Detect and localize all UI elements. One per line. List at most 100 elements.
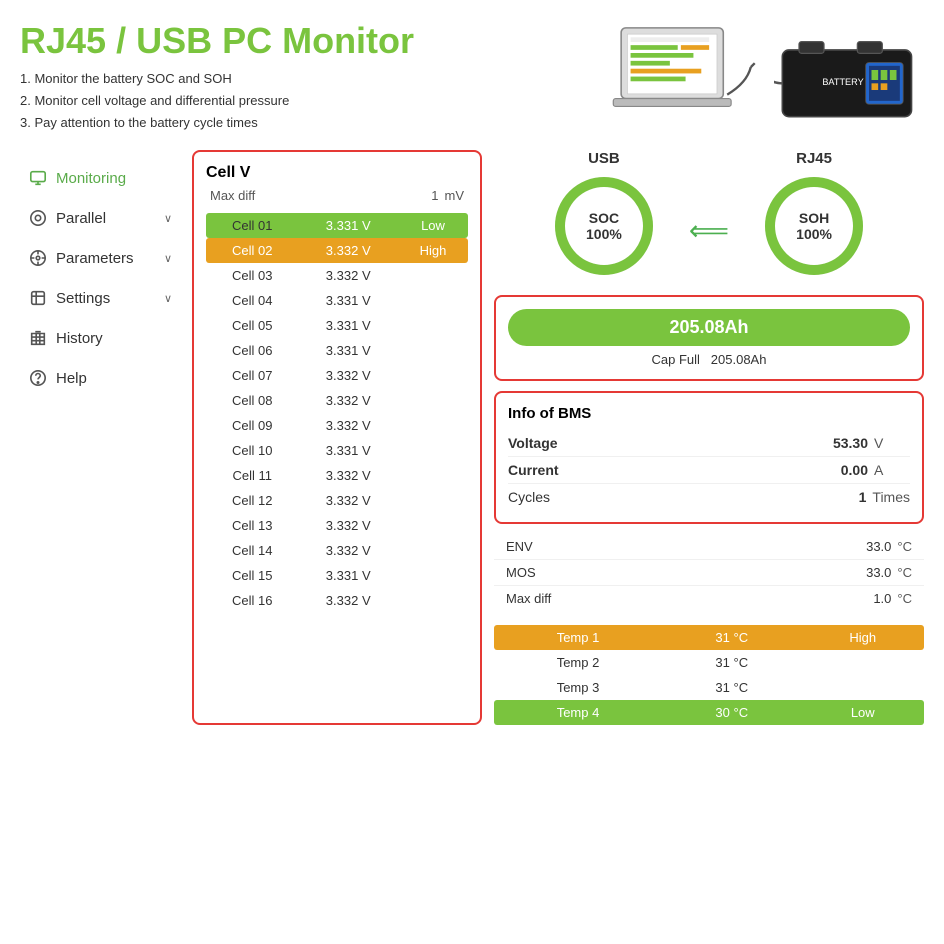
cell-status <box>398 388 468 413</box>
connection-row: USB SOC 100% ⟸ <box>494 150 924 281</box>
parallel-icon <box>28 208 48 228</box>
cell-status: Low <box>398 213 468 238</box>
connection-arrow-icon: ⟸ <box>689 214 729 247</box>
cell-status <box>398 363 468 388</box>
cell-maxdiff-label: Max diff <box>210 188 255 203</box>
settings-icon <box>28 288 48 308</box>
bms-current-unit: A <box>874 462 910 478</box>
cell-status <box>398 538 468 563</box>
bms-cycles-label: Cycles <box>508 489 550 505</box>
bms-cycles-unit: Times <box>872 489 910 505</box>
cell-status <box>398 513 468 538</box>
bms-voltage-value: 53.30 <box>818 435 868 451</box>
parameters-icon <box>28 248 48 268</box>
temp-row: Temp 430 °CLow <box>494 700 924 725</box>
sidebar-item-parameters[interactable]: Parameters ∨ <box>20 238 180 278</box>
temp-name: Temp 4 <box>494 700 662 725</box>
sidebar-label-help: Help <box>56 370 87 387</box>
temp-status <box>801 675 924 700</box>
maxdiff-values: 1.0 °C <box>851 591 912 606</box>
maxdiff-label: Max diff <box>506 591 551 606</box>
temp-row: Temp 231 °C <box>494 650 924 675</box>
env-value: 33.0 <box>851 539 891 554</box>
cell-maxdiff-row: Max diff 1 mV <box>206 188 468 203</box>
sidebar: Monitoring Parallel ∨ <box>20 150 180 725</box>
temp-status: Low <box>801 700 924 725</box>
cell-voltage: 3.332 V <box>298 588 398 613</box>
main-layout: Monitoring Parallel ∨ <box>20 150 924 725</box>
cell-voltage: 3.331 V <box>298 563 398 588</box>
capacity-panel: 205.08Ah Cap Full 205.08Ah <box>494 295 924 381</box>
bms-current-values: 0.00 A <box>818 462 910 478</box>
cell-status <box>398 288 468 313</box>
env-values: 33.0 °C <box>851 539 912 554</box>
cell-row: Cell 133.332 V <box>206 513 468 538</box>
cell-maxdiff-unit: mV <box>445 188 465 203</box>
env-row: ENV 33.0 °C <box>494 534 924 560</box>
cell-name: Cell 10 <box>206 438 298 463</box>
history-icon <box>28 328 48 348</box>
right-panel: USB SOC 100% ⟸ <box>494 150 924 725</box>
cell-name: Cell 11 <box>206 463 298 488</box>
usb-gauge-item: USB SOC 100% <box>549 150 659 281</box>
content: Cell V Max diff 1 mV Cell 013.331 VLowCe… <box>192 150 924 725</box>
sidebar-label-parameters: Parameters <box>56 250 134 267</box>
cell-name: Cell 13 <box>206 513 298 538</box>
temp-name: Temp 3 <box>494 675 662 700</box>
cell-panel-title: Cell V <box>206 164 468 182</box>
cell-voltage: 3.331 V <box>298 438 398 463</box>
maxdiff-unit: °C <box>897 591 912 606</box>
bms-cycles-row: Cycles 1 Times <box>508 484 910 510</box>
cell-name: Cell 12 <box>206 488 298 513</box>
sidebar-item-help[interactable]: Help <box>20 358 180 398</box>
cell-name: Cell 15 <box>206 563 298 588</box>
bms-current-value: 0.00 <box>818 462 868 478</box>
desc-line-1: 1. Monitor the battery SOC and SOH <box>20 68 414 90</box>
sidebar-item-parallel[interactable]: Parallel ∨ <box>20 198 180 238</box>
bms-title: Info of BMS <box>508 405 910 422</box>
soh-text: SOH 100% <box>796 210 832 242</box>
cell-row: Cell 063.331 V <box>206 338 468 363</box>
bms-panel: Info of BMS Voltage 53.30 V Current 0.00… <box>494 391 924 524</box>
cell-voltage: 3.332 V <box>298 263 398 288</box>
bms-cycles-values: 1 Times <box>816 489 910 505</box>
mos-values: 33.0 °C <box>851 565 912 580</box>
rj45-label: RJ45 <box>796 150 832 167</box>
laptop-icon <box>604 20 764 130</box>
env-unit: °C <box>897 539 912 554</box>
env-label: ENV <box>506 539 533 554</box>
cell-voltage: 3.332 V <box>298 238 398 263</box>
bms-current-row: Current 0.00 A <box>508 457 910 484</box>
sidebar-item-history[interactable]: History <box>20 318 180 358</box>
sidebar-label-history: History <box>56 330 103 347</box>
temp-row: Temp 331 °C <box>494 675 924 700</box>
cell-status: High <box>398 238 468 263</box>
desc-line-3: 3. Pay attention to the battery cycle ti… <box>20 112 414 134</box>
cell-row: Cell 033.332 V <box>206 263 468 288</box>
cell-row: Cell 043.331 V <box>206 288 468 313</box>
cell-voltage: 3.331 V <box>298 288 398 313</box>
cell-status <box>398 413 468 438</box>
page-title: RJ45 / USB PC Monitor <box>20 20 414 62</box>
temp-status: High <box>801 625 924 650</box>
soc-value: 100% <box>586 226 622 242</box>
sidebar-label-monitoring: Monitoring <box>56 170 126 187</box>
sidebar-item-settings[interactable]: Settings ∨ <box>20 278 180 318</box>
cell-table: Cell 013.331 VLowCell 023.332 VHighCell … <box>206 213 468 613</box>
cell-row: Cell 053.331 V <box>206 313 468 338</box>
cell-voltage: 3.331 V <box>298 213 398 238</box>
cell-name: Cell 14 <box>206 538 298 563</box>
mos-label: MOS <box>506 565 536 580</box>
cell-voltage: 3.332 V <box>298 538 398 563</box>
cell-name: Cell 07 <box>206 363 298 388</box>
sidebar-label-parallel: Parallel <box>56 210 106 227</box>
temp-name: Temp 1 <box>494 625 662 650</box>
soh-gauge: SOH 100% <box>759 171 869 281</box>
cell-name: Cell 16 <box>206 588 298 613</box>
sidebar-item-monitoring[interactable]: Monitoring <box>20 158 180 198</box>
temp-row: Temp 131 °CHigh <box>494 625 924 650</box>
capacity-bar: 205.08Ah <box>508 309 910 346</box>
cell-status <box>398 588 468 613</box>
header-left: RJ45 / USB PC Monitor 1. Monitor the bat… <box>20 20 414 134</box>
cell-status <box>398 438 468 463</box>
